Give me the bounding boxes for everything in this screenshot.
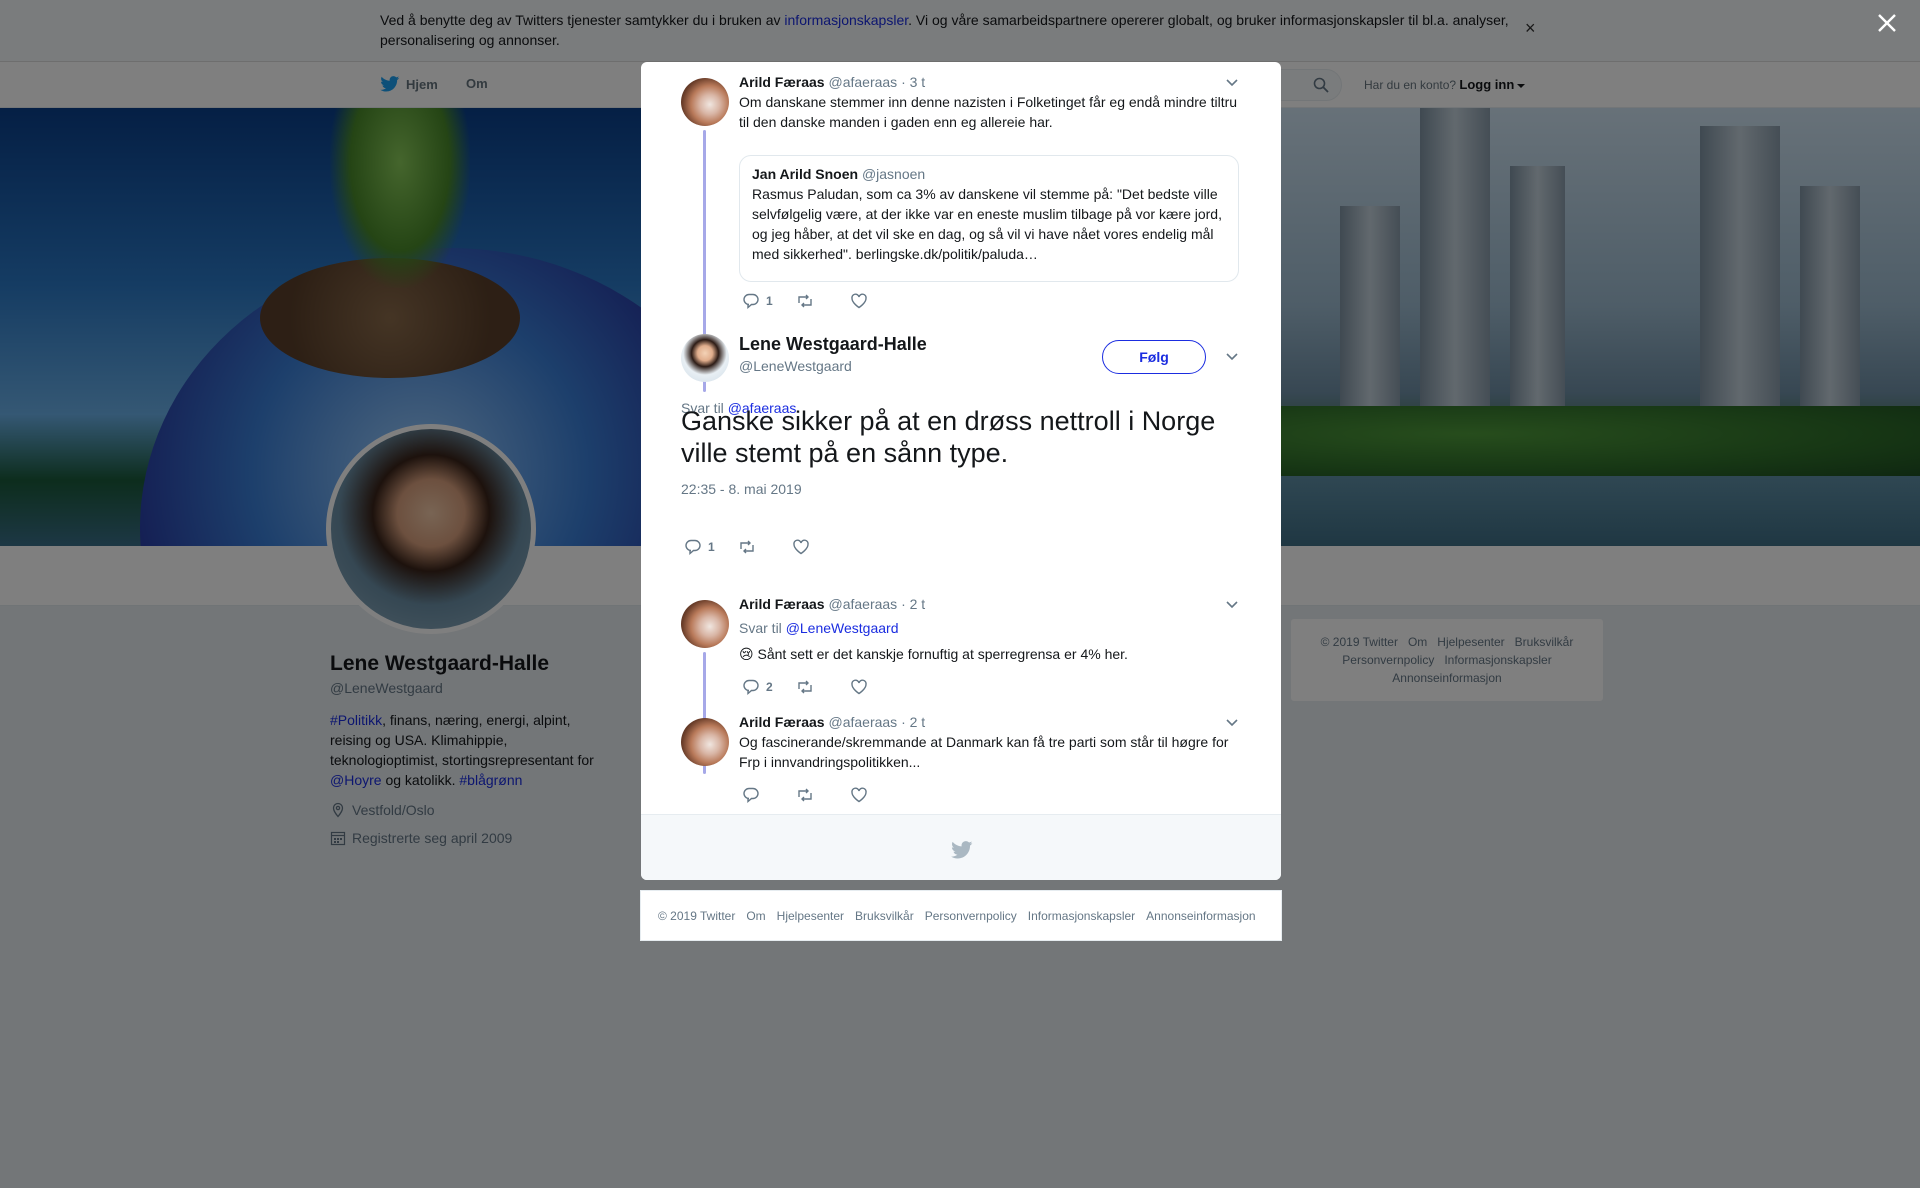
author-handle: @afaeraas xyxy=(828,596,898,612)
footer-link[interactable]: Hjelpesenter xyxy=(777,909,844,923)
chevron-down-icon[interactable] xyxy=(1225,600,1239,610)
reply-count: 2 xyxy=(766,680,773,694)
reply-prefix: Svar til xyxy=(739,620,786,636)
footer-link[interactable]: Personvernpolicy xyxy=(925,909,1017,923)
footer-link[interactable]: Om xyxy=(746,909,765,923)
retweet-button[interactable] xyxy=(796,678,830,696)
tweet-actions xyxy=(742,786,904,804)
author-name: Arild Færaas xyxy=(739,714,825,730)
retweet-icon xyxy=(740,540,754,554)
tweet-modal: Arild Færaas @afaeraas · 3 t Om danskane… xyxy=(641,62,1281,880)
author-handle: @afaeraas xyxy=(828,714,898,730)
quote-author-handle: @jasnoen xyxy=(861,166,926,182)
like-button[interactable] xyxy=(850,292,884,310)
footer-link[interactable]: Annonseinformasjon xyxy=(1146,909,1255,923)
tweet-actions: 1 xyxy=(742,292,904,310)
reply-button[interactable]: 1 xyxy=(684,538,718,556)
retweet-icon xyxy=(798,294,812,308)
follow-button[interactable]: Følg xyxy=(1102,340,1206,374)
footer-link[interactable]: Informasjonskapsler xyxy=(1028,909,1135,923)
chevron-down-icon[interactable] xyxy=(1225,718,1239,728)
like-button[interactable] xyxy=(850,678,884,696)
reply-icon xyxy=(743,293,759,310)
avatar[interactable] xyxy=(681,718,729,766)
quote-text: Rasmus Paludan, som ca 3% av danskene vi… xyxy=(752,186,1222,262)
close-icon[interactable] xyxy=(1876,12,1898,34)
reply-icon xyxy=(685,539,701,556)
footer-link[interactable]: Bruksvilkår xyxy=(855,909,914,923)
quoted-tweet[interactable]: Jan Arild Snoen @jasnoen Rasmus Paludan,… xyxy=(739,155,1239,282)
main-tweet-author-name[interactable]: Lene Westgaard-Halle xyxy=(739,334,927,355)
tweet-text: 😢 Sånt sett er det kanskje fornuftig at … xyxy=(739,644,1249,664)
reply-icon xyxy=(743,787,759,804)
reply-icon xyxy=(743,679,759,696)
quote-author-name: Jan Arild Snoen xyxy=(752,166,859,182)
reply-count: 1 xyxy=(766,294,773,308)
tweet-time[interactable]: · 2 t xyxy=(901,596,925,612)
like-icon xyxy=(851,293,867,309)
like-icon xyxy=(851,787,867,803)
tweet-time[interactable]: · 2 t xyxy=(901,714,925,730)
tweet-text: Om danskane stemmer inn denne nazisten i… xyxy=(739,94,1238,130)
retweet-button[interactable] xyxy=(796,786,830,804)
twitter-bird-icon xyxy=(951,841,973,859)
author-name: Arild Færaas xyxy=(739,74,825,90)
main-tweet-author-handle[interactable]: @LeneWestgaard xyxy=(739,358,852,374)
author-name: Arild Færaas xyxy=(739,596,825,612)
main-tweet-text: Ganske sikker på at en drøss nettroll i … xyxy=(681,406,1216,468)
quote-author: Jan Arild Snoen @jasnoen xyxy=(752,166,1226,182)
avatar[interactable] xyxy=(681,78,729,126)
reply-button[interactable]: 1 xyxy=(742,292,776,310)
retweet-button[interactable] xyxy=(796,292,830,310)
like-button[interactable] xyxy=(850,786,884,804)
like-button[interactable] xyxy=(792,538,826,556)
tweet-text: Og fascinerande/skremmande at Danmark ka… xyxy=(739,734,1229,770)
tweet-author[interactable]: Arild Færaas @afaeraas · 2 t xyxy=(739,714,925,730)
avatar[interactable] xyxy=(681,334,729,382)
reply-button[interactable] xyxy=(742,786,776,804)
reply-button[interactable]: 2 xyxy=(742,678,776,696)
footer-link[interactable]: © 2019 Twitter xyxy=(658,909,735,923)
retweet-button[interactable] xyxy=(738,538,772,556)
tweet-text-body: Sånt sett er det kanskje fornuftig at sp… xyxy=(753,646,1128,662)
tweet-actions: 2 xyxy=(742,678,904,696)
like-icon xyxy=(851,679,867,695)
retweet-icon xyxy=(798,788,812,802)
reply-context: Svar til @LeneWestgaard xyxy=(739,620,899,636)
modal-footer xyxy=(641,814,1281,880)
retweet-icon xyxy=(798,680,812,694)
tweet-time[interactable]: · 3 t xyxy=(901,74,925,90)
chevron-down-icon[interactable] xyxy=(1225,352,1239,362)
main-tweet-timestamp[interactable]: 22:35 - 8. mai 2019 xyxy=(681,481,802,497)
tweet-actions: 1 xyxy=(684,538,846,556)
modal-bottom-footer: © 2019 Twitter Om Hjelpesenter Bruksvilk… xyxy=(640,890,1282,941)
chevron-down-icon[interactable] xyxy=(1225,78,1239,88)
avatar[interactable] xyxy=(681,600,729,648)
tweet-author[interactable]: Arild Færaas @afaeraas · 2 t xyxy=(739,596,925,612)
like-icon xyxy=(793,539,809,555)
crying-face-icon: 😢 xyxy=(739,646,754,662)
reply-to-link[interactable]: @LeneWestgaard xyxy=(786,620,899,636)
tweet-author[interactable]: Arild Færaas @afaeraas · 3 t xyxy=(739,74,925,90)
author-handle: @afaeraas xyxy=(828,74,898,90)
reply-count: 1 xyxy=(708,540,715,554)
